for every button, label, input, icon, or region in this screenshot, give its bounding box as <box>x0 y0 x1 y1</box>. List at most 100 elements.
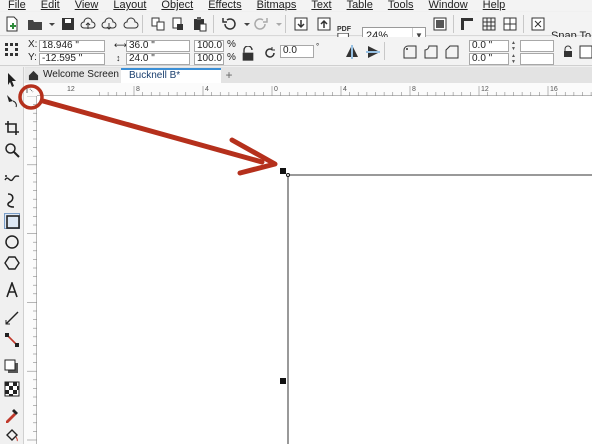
corner-radius-field-2[interactable]: 0.0 " <box>469 53 509 65</box>
spinner-arrows-icon[interactable]: ▲ ▼ <box>510 53 517 65</box>
shape-tool-icon[interactable] <box>4 93 20 109</box>
x-position-field[interactable]: 18.946 " <box>39 40 105 52</box>
coreldraw-window: File Edit View Layout Object Effects Bit… <box>0 0 592 444</box>
horizontal-ruler[interactable]: 12 8 4 0 4 8 12 16 <box>24 83 592 96</box>
rotation-angle-field[interactable]: 0.0 <box>280 45 314 58</box>
cloud-upload-icon[interactable] <box>80 16 96 32</box>
menu-bitmaps[interactable]: Bitmaps <box>249 0 304 11</box>
scalloped-corner-icon[interactable] <box>423 44 439 60</box>
y-position-field[interactable]: -12.595 " <box>39 53 105 65</box>
show-guidelines-icon[interactable] <box>502 16 518 32</box>
cloud-save-icon[interactable] <box>101 16 117 32</box>
scale-y-field[interactable]: 100.0 <box>194 53 224 65</box>
selection-handle[interactable] <box>280 168 286 174</box>
import-icon[interactable] <box>293 16 309 32</box>
redo-dropdown-icon[interactable] <box>271 16 282 32</box>
show-grid-icon[interactable] <box>481 16 497 32</box>
menu-help[interactable]: Help <box>475 0 513 11</box>
rectangle-tool-icon[interactable] <box>4 213 20 229</box>
ruler-tick-label: 12 <box>481 86 489 93</box>
drawing-canvas[interactable] <box>37 96 592 444</box>
tab-bucknell-b[interactable]: Bucknell B* <box>121 68 221 83</box>
document-tabs: Welcome Screen Bucknell B* + <box>25 67 592 83</box>
menu-tools[interactable]: Tools <box>380 0 421 11</box>
open-dropdown-icon[interactable] <box>44 16 55 32</box>
ruler-tick-label: 4 <box>343 86 347 93</box>
ellipse-tool-icon[interactable] <box>4 234 20 250</box>
zoom-tool-icon[interactable] <box>4 142 20 158</box>
redo-icon[interactable] <box>253 16 269 32</box>
menu-file[interactable]: File <box>0 0 33 11</box>
cut-icon[interactable] <box>170 16 186 32</box>
tab-welcome-screen[interactable]: Welcome Screen <box>25 68 121 83</box>
menu-layout[interactable]: Layout <box>105 0 153 11</box>
ruler-ticks: 12 8 4 0 4 8 12 16 <box>67 86 592 96</box>
width-field[interactable]: 36.0 " <box>126 40 190 52</box>
ruler-tick-label: 16 <box>550 86 558 93</box>
object-origin-icon[interactable] <box>4 42 20 58</box>
show-rulers-icon[interactable] <box>459 16 475 32</box>
artistic-media-tool-icon[interactable] <box>4 192 20 208</box>
menu-view[interactable]: View <box>67 0 106 11</box>
full-screen-icon[interactable] <box>432 16 448 32</box>
corner-radius-field-1[interactable]: 0.0 " <box>469 40 509 52</box>
width-arrows-icon: ⟷ <box>114 40 127 50</box>
plus-icon: + <box>225 68 233 82</box>
undo-icon[interactable] <box>221 16 237 32</box>
corner-radius-field-4[interactable] <box>520 53 554 65</box>
freehand-tool-icon[interactable] <box>4 170 20 186</box>
eyedropper-tool-icon[interactable] <box>4 407 20 423</box>
add-tab-button[interactable]: + <box>223 68 235 83</box>
transparency-tool-icon[interactable] <box>4 381 20 397</box>
toolbar-separator <box>142 15 143 33</box>
page-outline <box>280 168 592 444</box>
polygon-tool-icon[interactable] <box>4 255 20 271</box>
menu-table[interactable]: Table <box>339 0 380 11</box>
lock-ratio-icon[interactable] <box>240 46 254 61</box>
menu-window[interactable]: Window <box>421 0 475 11</box>
tab-label: Bucknell B* <box>129 70 181 81</box>
cloud-share-icon[interactable] <box>123 16 139 32</box>
menu-text[interactable]: Text <box>303 0 338 11</box>
undo-dropdown-icon[interactable] <box>239 16 250 32</box>
selection-handle[interactable] <box>280 378 286 384</box>
save-icon[interactable] <box>60 16 76 32</box>
copy-icon[interactable] <box>150 16 166 32</box>
mirror-vertical-icon[interactable] <box>365 44 381 60</box>
toolbar-separator <box>285 15 286 33</box>
ruler-origin-corner[interactable] <box>24 83 37 96</box>
toolbar-separator <box>384 42 385 60</box>
open-folder-icon[interactable] <box>27 16 43 32</box>
ruler-ticks <box>27 96 37 441</box>
property-bar: X: 18.946 " Y: -12.595 " ⟷ 36.0 " ↕ 24.0… <box>0 37 592 66</box>
menu-edit[interactable]: Edit <box>33 0 67 11</box>
new-document-icon[interactable] <box>4 16 20 32</box>
drop-shadow-tool-icon[interactable] <box>4 359 20 375</box>
corner-radius-field-3[interactable] <box>520 40 554 52</box>
rotation-icon <box>262 45 278 61</box>
spinner-arrows-icon[interactable]: ▲ ▼ <box>510 40 517 52</box>
chamfered-corner-icon[interactable] <box>444 44 460 60</box>
more-options-icon[interactable] <box>578 44 592 60</box>
scale-x-field[interactable]: 100.0 <box>194 40 224 52</box>
crop-tool-icon[interactable] <box>4 120 20 136</box>
ruler-tick-label: 8 <box>136 86 140 93</box>
ruler-tick-label: 4 <box>205 86 209 93</box>
height-field[interactable]: 24.0 " <box>126 53 190 65</box>
pick-tool-icon[interactable] <box>4 72 20 88</box>
parallel-dimension-tool-icon[interactable] <box>4 310 20 326</box>
export-icon[interactable] <box>316 16 332 32</box>
snap-to-icon[interactable] <box>530 16 546 32</box>
interactive-fill-tool-icon[interactable] <box>4 427 20 443</box>
round-corner-icon[interactable] <box>402 44 418 60</box>
corner-node[interactable] <box>286 173 290 177</box>
mirror-horizontal-icon[interactable] <box>344 44 360 60</box>
text-tool-icon[interactable] <box>4 282 20 298</box>
vertical-ruler[interactable] <box>24 96 37 444</box>
height-arrows-icon: ↕ <box>116 53 121 63</box>
lock-corners-icon[interactable] <box>560 44 576 60</box>
paste-icon[interactable] <box>192 16 208 32</box>
menu-object[interactable]: Object <box>153 0 200 11</box>
connector-tool-icon[interactable] <box>4 332 20 348</box>
menu-effects[interactable]: Effects <box>200 0 248 11</box>
